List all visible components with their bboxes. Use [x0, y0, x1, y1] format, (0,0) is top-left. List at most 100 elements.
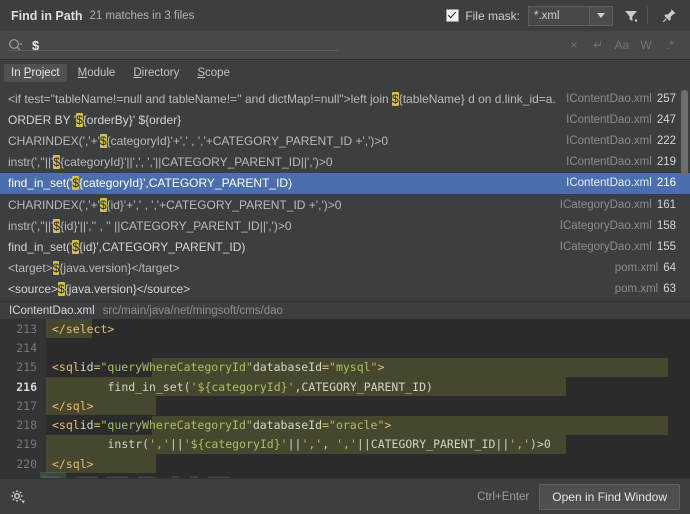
result-line-number: 161 [657, 199, 676, 211]
line-number: 217 [0, 396, 46, 415]
new-line-icon[interactable]: ↵ [586, 34, 610, 56]
result-row[interactable]: instr(',''||'${id}'||','' , '' ||CATEGOR… [0, 215, 690, 236]
dialog-footer: Ctrl+Enter Open in Find Window [0, 478, 690, 514]
file-mask-value[interactable]: *.xml [528, 6, 589, 26]
result-meta: ICategoryDao.xml 161 [550, 199, 676, 211]
result-meta: pom.xml64 [605, 262, 676, 274]
words-icon[interactable]: W [634, 34, 658, 56]
result-text: CHARINDEX(','+'${id}'+',' , ','+CATEGORY… [8, 198, 341, 212]
result-file-name: pom.xml [615, 283, 658, 295]
pin-icon [662, 8, 677, 23]
result-row[interactable]: <source>${java.version}</source> pom.xml 6… [0, 279, 690, 300]
match-case-icon[interactable]: Aa [610, 34, 634, 56]
code-text: </sql> [46, 454, 690, 473]
result-text: CHARINDEX(','+'${categoryId}'+',' , ','+… [8, 134, 388, 148]
result-row[interactable]: CHARINDEX(','+'${id}'+',' , ','+CATEGORY… [0, 194, 690, 215]
result-text: <if test="tableName!=null and tableName!… [8, 92, 556, 106]
result-text: <source>${java.version}</source> [8, 282, 190, 296]
result-file-name: IContentDao.xml [566, 135, 652, 147]
code-line[interactable]: 218 <sql id="queryWhereCategoryId" datab… [0, 415, 690, 434]
match-highlight: $ [58, 282, 65, 296]
result-row[interactable]: <if test="tableName!=null and tableName!… [0, 88, 690, 109]
result-line-number: 216 [657, 177, 676, 189]
result-text: find_in_set('${categoryId}',CATEGORY_PAR… [8, 176, 292, 190]
code-line[interactable]: 214 [0, 338, 690, 357]
code-text: </select> [46, 319, 690, 338]
file-mask-combobox[interactable]: *.xml [528, 6, 613, 26]
result-row[interactable]: <target>${java.version}</target>pom.xml6… [0, 258, 690, 279]
tab-directory[interactable]: Directory [126, 64, 186, 82]
find-in-path-dialog: Find in Path 21 matches in 3 files File … [0, 0, 690, 514]
match-highlight: $ [392, 92, 399, 106]
line-number: 214 [0, 338, 46, 357]
tab-in-project[interactable]: In Project [4, 64, 67, 82]
scope-tabs: In Project Module Directory Scope [0, 60, 690, 86]
match-highlight: $ [100, 198, 107, 212]
result-line-number: 155 [657, 241, 676, 253]
result-row[interactable]: find_in_set('${id}',CATEGORY_PARENT_ID) I… [0, 236, 690, 257]
result-row[interactable]: ORDER BY '${orderBy}' ${order} IContentDa… [0, 109, 690, 130]
result-row[interactable]: instr(',''||'${categoryId}'||',', ','||C… [0, 152, 690, 173]
code-line[interactable]: 219 instr(','||'${categoryId}'||',', ','… [0, 435, 690, 454]
result-row[interactable]: CHARINDEX(','+'${categoryId}'+',' , ','+… [0, 130, 690, 151]
settings-button[interactable] [10, 489, 26, 505]
result-line-number: 158 [657, 220, 676, 232]
code-text: instr(','||'${categoryId}'||',', ','||CA… [46, 435, 690, 454]
code-line[interactable]: 216 find_in_set('${categoryId}',CATEGORY… [0, 377, 690, 396]
shortcut-hint: Ctrl+Enter [477, 491, 529, 503]
scrollbar-thumb[interactable] [681, 90, 688, 176]
code-text: <sql id="queryWhereCategoryId" databaseI… [46, 358, 690, 377]
gear-icon [10, 489, 26, 505]
clear-icon[interactable]: × [562, 34, 586, 56]
result-line-number: 222 [657, 135, 676, 147]
pin-button[interactable] [656, 4, 682, 28]
result-meta: ICategoryDao.xml155 [550, 241, 676, 253]
open-in-find-window-button[interactable]: Open in Find Window [539, 484, 680, 510]
line-number: 216 [0, 377, 46, 396]
toolbar-separator [647, 7, 648, 24]
dialog-header: Find in Path 21 matches in 3 files File … [0, 0, 690, 32]
filter-icon [624, 9, 638, 23]
footer-actions: Ctrl+Enter Open in Find Window [477, 484, 690, 510]
tab-module[interactable]: Module [71, 64, 123, 82]
result-meta: ICategoryDao.xml 158 [550, 220, 676, 232]
result-file-name: pom.xml [615, 262, 658, 274]
result-line-number: 63 [663, 283, 676, 295]
result-file-name: ICategoryDao.xml [560, 199, 652, 211]
code-line[interactable]: 220 </sql> [0, 454, 690, 473]
search-tools: × ↵ Aa W .* [562, 34, 690, 56]
chevron-down-icon [597, 13, 605, 18]
code-text: </sql> [46, 396, 690, 415]
code-line[interactable]: 217 </sql> [0, 396, 690, 415]
line-number: 220 [0, 454, 46, 473]
file-mask-label: File mask: [465, 9, 520, 23]
result-meta: IContentDao.xml247 [556, 114, 676, 126]
code-preview[interactable]: 213 </select>214215 <sql id="queryWhereC… [0, 319, 690, 478]
result-file-name: ICategoryDao.xml [560, 220, 652, 232]
search-bar[interactable]: $ × ↵ Aa W .* [0, 31, 690, 60]
result-line-number: 219 [657, 156, 676, 168]
results-list[interactable]: <if test="tableName!=null and tableName!… [0, 88, 690, 301]
result-meta: pom.xml 63 [605, 283, 676, 295]
result-meta: IContentDao.xml 216 [556, 177, 676, 189]
result-row[interactable]: find_in_set('${categoryId}',CATEGORY_PAR… [0, 173, 690, 194]
regex-icon[interactable]: .* [658, 34, 682, 56]
code-line[interactable]: 215 <sql id="queryWhereCategoryId" datab… [0, 358, 690, 377]
result-text: ORDER BY '${orderBy}' ${order} [8, 113, 181, 127]
result-file-name: IContentDao.xml [566, 177, 652, 189]
line-number: 213 [0, 319, 46, 338]
tab-scope[interactable]: Scope [190, 64, 237, 82]
result-line-number: 257 [657, 93, 676, 105]
search-underline [8, 50, 338, 51]
result-text: find_in_set('${id}',CATEGORY_PARENT_ID) [8, 240, 245, 254]
result-file-name: IContentDao.xml [566, 93, 652, 105]
code-text: find_in_set('${categoryId}',CATEGORY_PAR… [46, 377, 690, 396]
code-line[interactable]: 213 </select> [0, 319, 690, 338]
filter-button[interactable] [618, 4, 644, 28]
file-mask-checkbox[interactable] [446, 9, 459, 22]
line-number: 218 [0, 415, 46, 434]
code-text: <sql id="queryWhereCategoryId" databaseI… [46, 415, 690, 434]
page-title: Find in Path [11, 9, 83, 23]
file-mask-dropdown-button[interactable] [589, 6, 613, 26]
results-scrollbar[interactable] [681, 90, 688, 299]
